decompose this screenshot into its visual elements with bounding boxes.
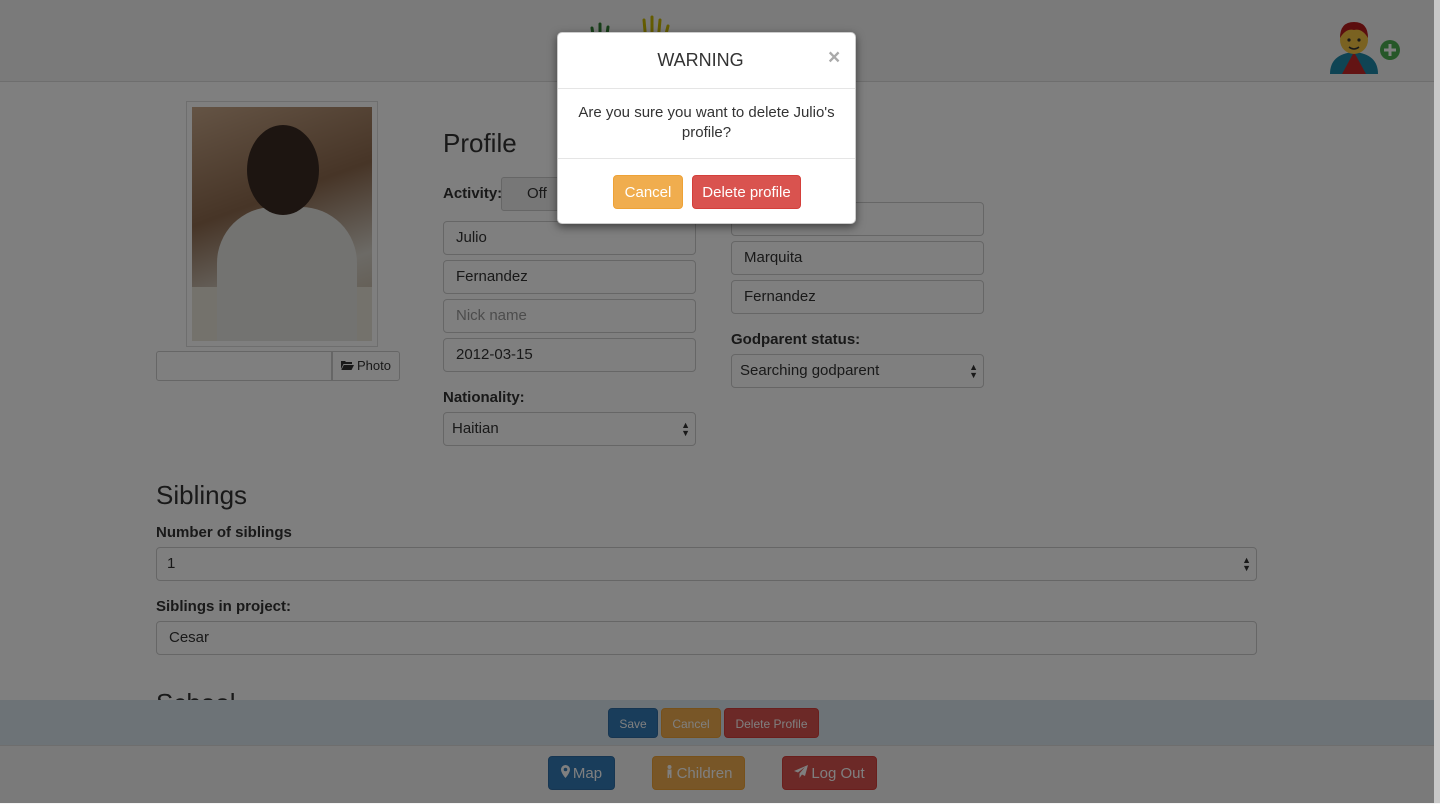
modal-message: Are you sure you want to delete Julio's … (578, 104, 835, 141)
modal-cancel-button[interactable]: Cancel (613, 175, 683, 209)
scrollbar[interactable] (1434, 0, 1440, 803)
modal-delete-profile-button[interactable]: Delete profile (692, 175, 801, 209)
close-icon[interactable]: × (828, 47, 840, 68)
modal-header: WARNING × (558, 33, 855, 89)
modal-footer: Cancel Delete profile (558, 158, 855, 225)
modal-title: WARNING (657, 50, 744, 70)
delete-confirmation-modal: WARNING × Are you sure you want to delet… (557, 32, 856, 224)
